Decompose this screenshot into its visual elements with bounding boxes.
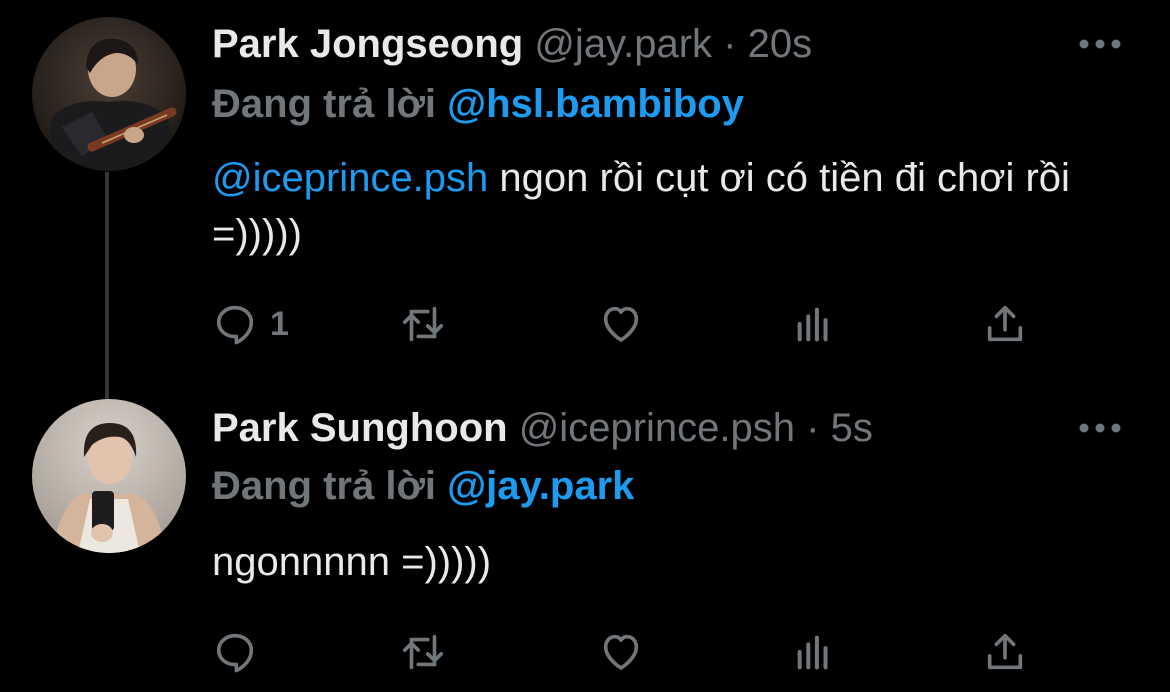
avatar[interactable] [32, 399, 186, 553]
reply-icon [216, 305, 254, 345]
reply-button[interactable]: 1 [212, 298, 289, 350]
views-button[interactable] [792, 298, 838, 350]
mention-link[interactable]: @iceprince.psh [212, 156, 488, 200]
heart-icon [603, 306, 639, 342]
more-options-button[interactable] [1078, 34, 1122, 54]
timestamp[interactable]: 20s [748, 22, 813, 66]
retweet-icon [402, 306, 444, 342]
more-options-button[interactable] [1078, 418, 1122, 438]
share-button[interactable] [982, 626, 1028, 678]
timestamp[interactable]: 5s [831, 406, 873, 450]
more-icon [1079, 423, 1121, 433]
share-icon [987, 305, 1023, 342]
replying-to-label: Đang trả lời [212, 464, 437, 508]
tweet-header: Park Sunghoon @iceprince.psh · 5s [212, 404, 873, 452]
like-button[interactable] [598, 298, 644, 350]
header-separator: · [723, 22, 737, 66]
tweet[interactable]: Park Sunghoon @iceprince.psh · 5s Đang t… [0, 380, 1170, 692]
reply-count: 1 [270, 304, 289, 343]
reply-icon [216, 633, 254, 673]
tweet-actions: 1 [212, 298, 1072, 350]
analytics-icon [797, 635, 828, 670]
header-separator: · [806, 406, 820, 450]
display-name[interactable]: Park Sunghoon [212, 406, 508, 450]
replying-to-link[interactable]: @hsl.bambiboy [447, 82, 744, 126]
views-button[interactable] [792, 626, 838, 678]
tweet[interactable]: Park Jongseong @jay.park · 20s Đang trả … [0, 0, 1170, 400]
reply-button[interactable] [212, 626, 270, 678]
user-handle[interactable]: @jay.park [534, 22, 712, 66]
replying-to: Đang trả lời @hsl.bambiboy [212, 80, 744, 128]
tweet-text: ngonnnnn =))))) [212, 540, 492, 584]
analytics-icon [797, 307, 828, 342]
share-button[interactable] [982, 298, 1028, 350]
tweet-actions [212, 626, 1072, 678]
replying-to: Đang trả lời @jay.park [212, 462, 634, 510]
thread-connector-line [105, 172, 109, 400]
more-icon [1079, 39, 1121, 49]
user-handle[interactable]: @iceprince.psh [519, 406, 795, 450]
tweet-header: Park Jongseong @jay.park · 20s [212, 20, 812, 68]
tweet-text: @iceprince.psh ngon rồi cụt ơi có tiền đ… [212, 150, 1112, 262]
avatar[interactable] [32, 17, 186, 171]
retweet-button[interactable] [400, 298, 446, 350]
retweet-button[interactable] [400, 626, 446, 678]
share-icon [987, 633, 1023, 670]
replying-to-link[interactable]: @jay.park [447, 464, 634, 508]
retweet-icon [402, 634, 444, 670]
replying-to-label: Đang trả lời [212, 82, 437, 126]
display-name[interactable]: Park Jongseong [212, 22, 523, 66]
like-button[interactable] [598, 626, 644, 678]
heart-icon [603, 634, 639, 670]
